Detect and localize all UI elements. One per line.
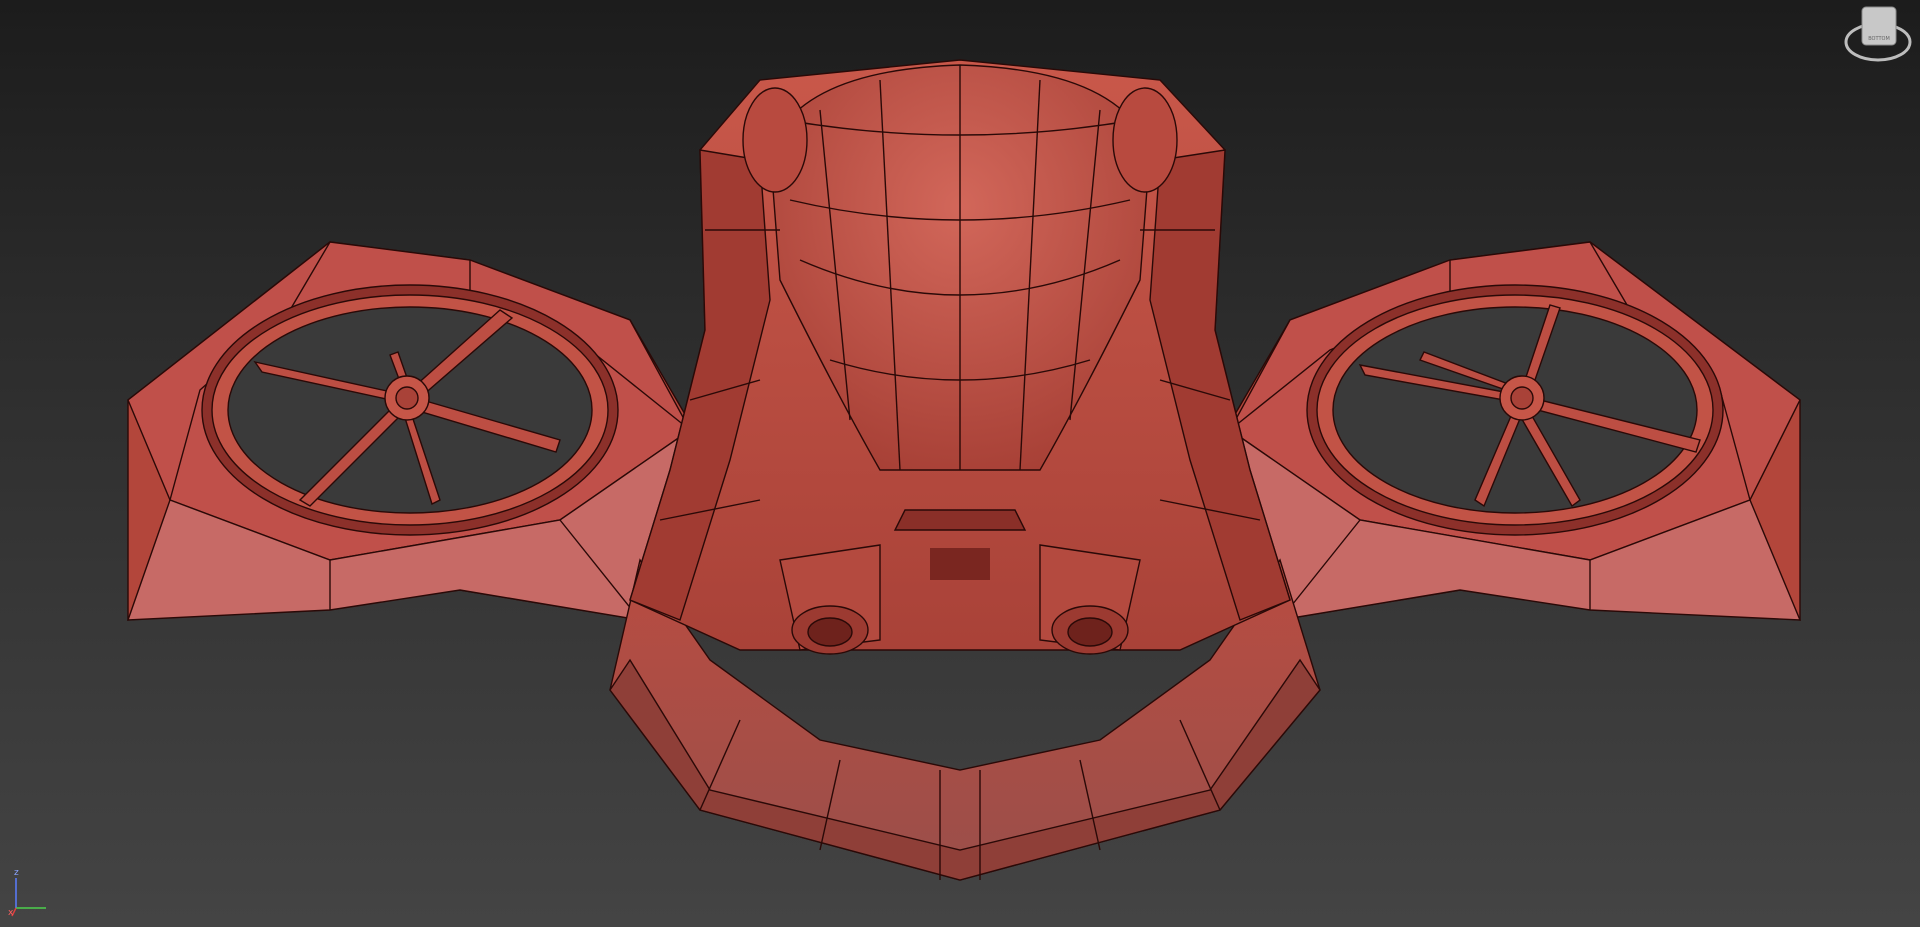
drone-mesh[interactable] (0, 0, 1920, 927)
fuselage (609, 59, 1321, 881)
3d-viewport[interactable]: BOTTOM z x (0, 0, 1920, 927)
viewcube-face-label: BOTTOM (1868, 36, 1890, 42)
right-rotor-pod (1219, 241, 1802, 621)
axis-gizmo: z x (8, 868, 58, 922)
viewcube[interactable]: BOTTOM (1830, 0, 1920, 84)
axis-x-label: x (8, 908, 14, 918)
viewcube-icon[interactable]: BOTTOM (1830, 0, 1920, 80)
left-rotor-pod (126, 241, 701, 621)
axis-z-label: z (14, 868, 19, 878)
